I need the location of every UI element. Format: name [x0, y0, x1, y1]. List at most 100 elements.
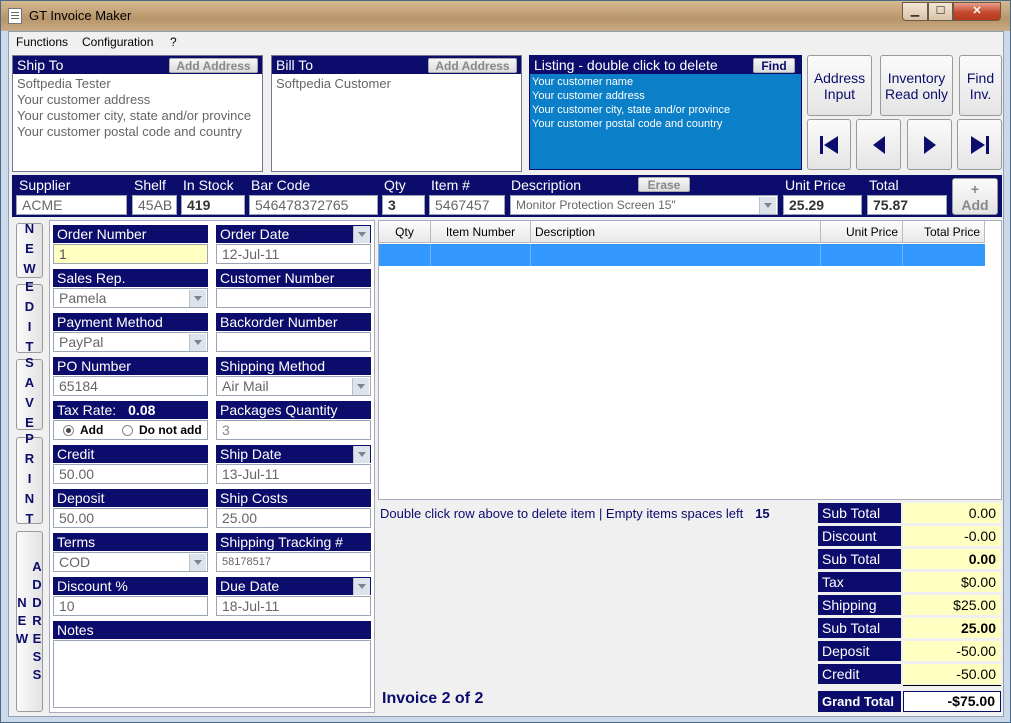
- items-grid[interactable]: Qty Item Number Description Unit Price T…: [378, 220, 1002, 500]
- empty-spaces-count: 15: [755, 506, 770, 521]
- first-record-button[interactable]: [807, 119, 851, 170]
- ship-date-label[interactable]: Ship Date: [216, 445, 371, 463]
- credit-input[interactable]: 50.00: [53, 464, 208, 484]
- edit-button[interactable]: EDIT: [16, 279, 43, 359]
- grid-col-item-number[interactable]: Item Number: [431, 221, 531, 243]
- ship-date-input[interactable]: 13-Jul-11: [216, 464, 371, 484]
- new-button[interactable]: NEW: [16, 221, 43, 281]
- erase-button[interactable]: Erase: [638, 177, 690, 192]
- save-button-label: SAVE: [22, 354, 37, 435]
- listing-item[interactable]: Your customer postal code and country: [532, 117, 730, 131]
- listing-item[interactable]: Your customer name: [532, 75, 730, 89]
- app-window: GT Invoice Maker ▁ ☐ ✕ Functions Configu…: [0, 0, 1011, 723]
- customer-number-input[interactable]: [216, 288, 371, 308]
- shipping-tracking-input[interactable]: 58178517: [216, 552, 371, 572]
- chevron-down-icon[interactable]: [189, 554, 206, 571]
- total-row-value: 0.00: [903, 503, 1001, 523]
- chevron-down-icon[interactable]: [352, 378, 369, 395]
- unit-price-input[interactable]: 25.29: [783, 195, 862, 215]
- grid-col-total-price[interactable]: Total Price: [903, 221, 985, 243]
- next-icon: [923, 135, 936, 154]
- sales-rep-select[interactable]: Pamela: [53, 288, 208, 308]
- inventory-read-only-button[interactable]: Inventory Read only: [880, 55, 953, 116]
- grid-col-qty[interactable]: Qty: [379, 221, 431, 243]
- new-address-button[interactable]: NEW ADDRESS: [15, 531, 45, 712]
- tax-rate-value[interactable]: 0.08: [128, 402, 155, 418]
- grid-col-unit-price[interactable]: Unit Price: [821, 221, 903, 243]
- bar-code-input[interactable]: 546478372765: [249, 195, 378, 215]
- address-input-button[interactable]: Address Input: [807, 55, 872, 116]
- order-date-input[interactable]: 12-Jul-11: [216, 244, 371, 264]
- address-line: Your customer address: [17, 92, 151, 107]
- save-button[interactable]: SAVE: [16, 355, 43, 435]
- terms-select[interactable]: COD: [53, 552, 208, 572]
- table-row[interactable]: [379, 244, 985, 266]
- packages-quantity-input[interactable]: 3: [216, 420, 371, 440]
- next-record-button[interactable]: [907, 119, 952, 170]
- menu-configuration[interactable]: Configuration: [82, 35, 153, 49]
- ship-to-address[interactable]: Softpedia Tester Your customer address Y…: [17, 76, 251, 140]
- payment-method-select[interactable]: PayPal: [53, 332, 208, 352]
- order-number-label: Order Number: [53, 225, 208, 243]
- bill-to-add-address-button[interactable]: Add Address: [428, 58, 517, 73]
- add-tax-radio[interactable]: [63, 425, 74, 436]
- grid-col-description[interactable]: Description: [531, 221, 821, 243]
- last-record-button[interactable]: [957, 119, 1002, 170]
- in-stock-label: In Stock: [183, 177, 234, 193]
- due-date-input[interactable]: 18-Jul-11: [216, 596, 371, 616]
- previous-icon: [872, 135, 885, 154]
- listing-item[interactable]: Your customer address: [532, 89, 730, 103]
- chevron-down-icon[interactable]: [189, 334, 206, 351]
- chevron-down-icon[interactable]: [189, 290, 206, 307]
- add-item-button[interactable]: + Add: [952, 178, 998, 215]
- chevron-down-icon[interactable]: [759, 197, 776, 214]
- add-tax-label: Add: [80, 423, 104, 437]
- do-not-add-tax-radio[interactable]: [122, 425, 133, 436]
- terms-label: Terms: [53, 533, 208, 551]
- minimize-button[interactable]: ▁: [902, 2, 928, 21]
- po-number-input[interactable]: 65184: [53, 376, 208, 396]
- ship-to-panel: Ship To Add Address Softpedia Tester You…: [12, 55, 263, 172]
- in-stock-input[interactable]: 419: [181, 195, 245, 215]
- print-button[interactable]: PRINT: [16, 431, 43, 531]
- bill-to-address[interactable]: Softpedia Customer: [276, 76, 391, 92]
- qty-input[interactable]: 3: [382, 195, 425, 215]
- close-button[interactable]: ✕: [953, 2, 1001, 21]
- find-inventory-button[interactable]: Find Inv.: [959, 55, 1002, 116]
- chevron-down-icon[interactable]: [353, 226, 370, 243]
- address-line: Your customer city, state and/or provinc…: [17, 108, 252, 123]
- total-row-label: Discount: [818, 526, 901, 546]
- supplier-input[interactable]: ACME: [16, 195, 127, 215]
- total-row-label: Sub Total: [818, 618, 901, 638]
- item-number-input[interactable]: 5467457: [429, 195, 505, 215]
- window-title: GT Invoice Maker: [29, 8, 132, 23]
- due-date-label[interactable]: Due Date: [216, 577, 371, 595]
- notes-textarea[interactable]: [53, 640, 371, 708]
- address-line: Softpedia Tester: [17, 76, 111, 91]
- discount-percent-input[interactable]: 10: [53, 596, 208, 616]
- bar-code-label: Bar Code: [251, 177, 311, 193]
- ship-costs-input[interactable]: 25.00: [216, 508, 371, 528]
- chevron-down-icon[interactable]: [353, 578, 370, 595]
- item-entry-bar: Supplier Shelf In Stock Bar Code Qty Ite…: [12, 175, 1002, 217]
- listing-panel[interactable]: Listing - double click to delete Find Yo…: [529, 55, 802, 170]
- menu-functions[interactable]: Functions: [16, 35, 68, 49]
- listing-find-button[interactable]: Find: [753, 58, 795, 73]
- delete-hint: Double click row above to delete item | …: [380, 506, 770, 521]
- description-select[interactable]: Monitor Protection Screen 15": [510, 195, 778, 215]
- po-number-label: PO Number: [53, 357, 208, 375]
- title-bar[interactable]: GT Invoice Maker ▁ ☐ ✕: [1, 1, 1010, 31]
- listing-item[interactable]: Your customer city, state and/or provinc…: [532, 103, 730, 117]
- shipping-method-select[interactable]: Air Mail: [216, 376, 371, 396]
- order-date-label[interactable]: Order Date: [216, 225, 371, 243]
- menu-help[interactable]: ?: [170, 35, 177, 49]
- shelf-input[interactable]: 45AB: [132, 195, 177, 215]
- ship-to-add-address-button[interactable]: Add Address: [169, 58, 258, 73]
- backorder-number-input[interactable]: [216, 332, 371, 352]
- total-input[interactable]: 75.87: [867, 195, 947, 215]
- chevron-down-icon[interactable]: [353, 446, 370, 463]
- order-number-input[interactable]: 1: [53, 244, 208, 264]
- maximize-button[interactable]: ☐: [928, 2, 953, 21]
- previous-record-button[interactable]: [856, 119, 901, 170]
- deposit-input[interactable]: 50.00: [53, 508, 208, 528]
